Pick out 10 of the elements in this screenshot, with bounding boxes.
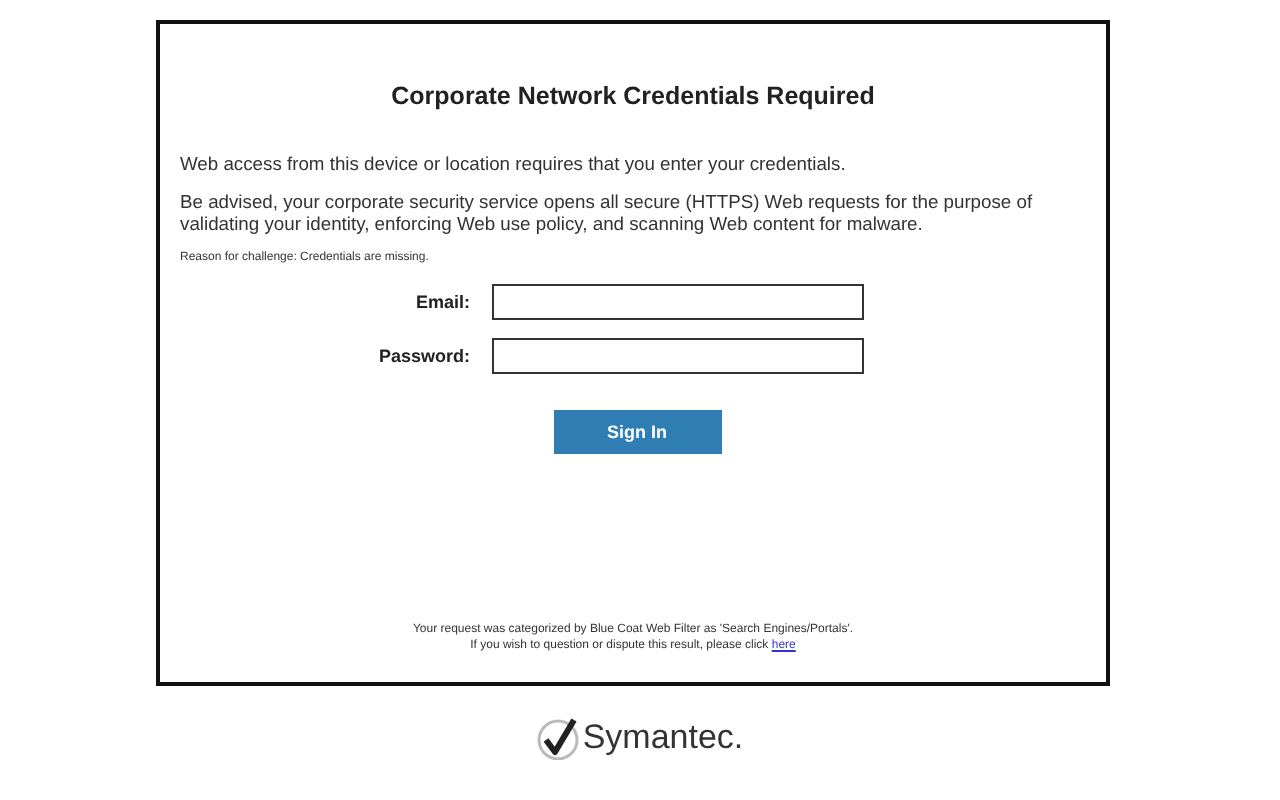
checkmark-logo-icon bbox=[536, 716, 581, 760]
brand-name: Symantec. bbox=[582, 718, 744, 758]
input-field[interactable] bbox=[492, 284, 864, 320]
page-title: Corporate Network Credentials Required bbox=[389, 82, 877, 110]
field-label: Email: bbox=[413, 292, 472, 312]
sign-in-button[interactable]: Sign In bbox=[553, 410, 721, 454]
message-text: Web access from this device or location requires that you enter your credentials. bbox=[180, 152, 848, 174]
input-field[interactable] bbox=[492, 338, 864, 374]
message-text: Be advised, your corporate security service opens all secure (HTTPS) Web requests for the purpose of validating your identity, enforcing Web use policy, and scanning Web content for malware. bbox=[180, 190, 1035, 234]
field-label: Password: bbox=[376, 346, 472, 366]
